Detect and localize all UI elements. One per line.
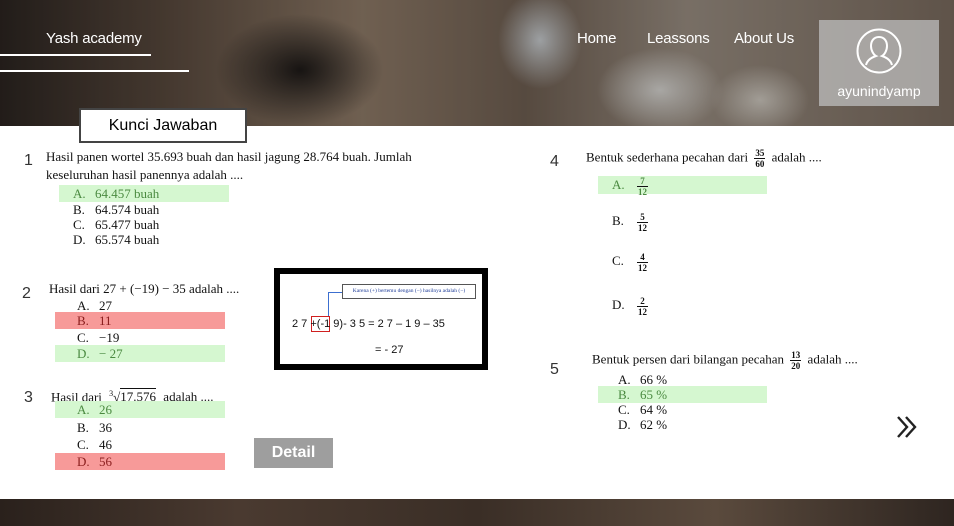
- option-letter: D.: [612, 297, 625, 313]
- option-text: 27: [99, 298, 112, 313]
- question-number: 3: [24, 389, 33, 406]
- fraction-numerator: 13: [790, 350, 802, 361]
- explanation-step: 2 7 +(-1 9)- 3 5 = 2 7 – 1 9 – 35: [292, 318, 445, 330]
- user-profile-button[interactable]: ayunindyamp: [819, 20, 939, 106]
- option-letter: C.: [612, 253, 624, 269]
- option-text: 64 %: [640, 402, 668, 417]
- question-text-line: keseluruhan hasil panennya adalah ....: [46, 167, 244, 182]
- fraction: 7 12: [637, 176, 648, 197]
- question-number: 2: [22, 285, 31, 302]
- fraction-numerator: 4: [637, 252, 648, 263]
- fraction-numerator: 35: [754, 148, 766, 159]
- option-letter: A.: [73, 186, 86, 201]
- fraction-denominator: 12: [638, 307, 647, 317]
- question-text: Bentuk sederhana pecahan dari 35 60 adala…: [586, 148, 822, 169]
- step-text: 2 7: [292, 318, 308, 330]
- option-letter: B.: [612, 213, 624, 229]
- option-text: 26: [99, 402, 112, 417]
- option-text: −19: [99, 330, 120, 345]
- option-text: 56: [99, 454, 112, 469]
- option-b: B. 11: [55, 312, 225, 329]
- option-letter: B.: [77, 313, 89, 328]
- option-letter: C.: [77, 330, 89, 345]
- option-a: A. 7 12: [598, 176, 767, 197]
- fraction-denominator: 12: [638, 223, 647, 233]
- option-letter: B.: [77, 420, 89, 435]
- option-letter: D.: [618, 417, 631, 432]
- option-d: D. 62 %: [618, 416, 667, 433]
- option-text: 11: [99, 313, 112, 328]
- option-a: A. 26: [55, 401, 225, 418]
- question-number: 5: [550, 361, 559, 378]
- fraction-denominator: 20: [791, 361, 801, 371]
- fraction: 5 12: [637, 212, 648, 233]
- option-text: 65 %: [640, 387, 668, 402]
- question-text-suffix: adalah ....: [771, 149, 822, 165]
- option-c: C. −19: [77, 329, 119, 346]
- option-text: 65.477 buah: [95, 217, 160, 232]
- question-text-prefix: Bentuk persen dari bilangan pecahan: [592, 351, 785, 367]
- question-number: 1: [24, 152, 33, 169]
- option-c: C. 4 12: [612, 252, 651, 274]
- question-text: Hasil panen wortel 35.693 buah dan hasil…: [46, 148, 466, 184]
- question-text: Hasil dari 27 + (−19) − 35 adalah ....: [49, 281, 240, 296]
- explanation-note: Karena (+) bertemu dengan (−) hasilnya a…: [342, 284, 476, 299]
- step-boxed-text: +(-: [310, 318, 325, 330]
- option-letter: D.: [73, 232, 86, 247]
- fraction: 2 12: [637, 296, 648, 317]
- nav-about-us[interactable]: About Us: [734, 30, 794, 47]
- brand-underline: [0, 54, 151, 56]
- fraction-numerator: 7: [637, 176, 648, 187]
- option-text: 62 %: [640, 417, 668, 432]
- explanation-box: Karena (+) bertemu dengan (−) hasilnya a…: [274, 268, 488, 370]
- footer-background: [0, 499, 954, 526]
- option-text: 64.457 buah: [95, 186, 160, 201]
- option-a: A. 64.457 buah: [59, 185, 229, 202]
- step-text: 1 9)- 3 5 = 2 7 – 1 9 – 35: [324, 318, 445, 330]
- option-letter: A.: [77, 402, 90, 417]
- question-text-suffix: adalah ....: [807, 351, 858, 367]
- option-d: D. 2 12: [612, 296, 651, 318]
- option-text: 64.574 buah: [95, 202, 160, 217]
- fraction: 35 60: [754, 148, 766, 169]
- option-text: 65.574 buah: [95, 232, 160, 247]
- question-text-line: Hasil panen wortel 35.693 buah dan hasil…: [46, 149, 412, 164]
- nav-home[interactable]: Home: [577, 30, 616, 47]
- arrow-line: [328, 292, 342, 293]
- detail-button[interactable]: Detail: [254, 438, 333, 468]
- double-chevron-right-icon[interactable]: [895, 414, 919, 440]
- option-b: B. 5 12: [612, 212, 651, 234]
- fraction-denominator: 60: [755, 159, 765, 169]
- explanation-result: = - 27: [375, 344, 404, 356]
- question-text-prefix: Bentuk sederhana pecahan dari: [586, 149, 749, 165]
- fraction: 4 12: [637, 252, 648, 273]
- option-text: 66 %: [640, 372, 668, 387]
- fraction-numerator: 5: [637, 212, 648, 223]
- option-letter: A.: [612, 177, 625, 193]
- option-d: D. 56: [55, 453, 225, 470]
- nav-leassons[interactable]: Leassons: [647, 30, 710, 47]
- brand-name[interactable]: Yash academy: [46, 30, 142, 47]
- option-letter: D.: [77, 346, 90, 361]
- fraction-numerator: 2: [637, 296, 648, 307]
- option-text: − 27: [99, 346, 123, 361]
- fraction: 13 20: [790, 350, 802, 371]
- fraction-denominator: 12: [638, 187, 647, 197]
- option-d: D. 65.574 buah: [73, 231, 159, 248]
- user-name: ayunindyamp: [837, 83, 921, 99]
- question-text: Bentuk persen dari bilangan pecahan 13 20…: [592, 350, 858, 371]
- option-text: 46: [99, 437, 112, 452]
- section-title: Kunci Jawaban: [79, 108, 247, 143]
- option-d: D. − 27: [55, 345, 225, 362]
- option-c: C. 46: [77, 436, 112, 453]
- brand-underline-secondary: [0, 70, 189, 72]
- fraction-denominator: 12: [638, 263, 647, 273]
- option-letter: D.: [77, 454, 90, 469]
- arrow-line: [328, 292, 329, 316]
- option-b: B. 36: [77, 419, 112, 436]
- option-letter: C.: [77, 437, 89, 452]
- question-number: 4: [550, 153, 559, 170]
- option-text: 36: [99, 420, 112, 435]
- user-avatar-icon: [856, 28, 902, 74]
